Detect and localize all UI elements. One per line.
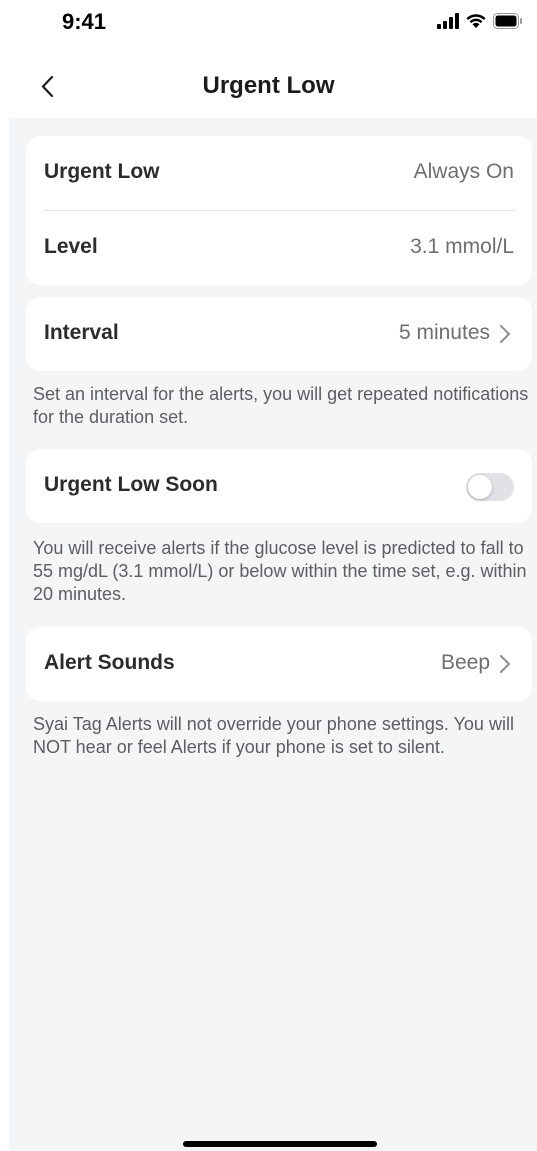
cellular-signal-icon — [437, 13, 459, 29]
urgent-low-card: Urgent Low Always On Level 3.1 mmol/L — [26, 136, 532, 285]
alert-sounds-row[interactable]: Alert Sounds Beep — [26, 627, 532, 701]
alert-sounds-label: Alert Sounds — [44, 651, 175, 674]
level-value: 3.1 mmol/L — [410, 235, 514, 258]
urgent-low-soon-label: Urgent Low Soon — [44, 473, 218, 496]
alert-sounds-value: Beep — [440, 651, 490, 674]
level-label: Level — [44, 235, 98, 258]
interval-row[interactable]: Interval 5 minutes — [26, 297, 532, 371]
interval-value: 5 minutes — [398, 321, 490, 344]
chevron-right-icon — [498, 653, 512, 675]
alert-sounds-card: Alert Sounds Beep — [26, 627, 532, 701]
urgent-low-value: Always On — [413, 160, 514, 183]
urgent-low-label: Urgent Low — [44, 160, 160, 183]
status-bar: 9:41 — [0, 0, 537, 48]
nav-bar: Urgent Low — [0, 58, 537, 118]
urgent-low-soon-note: You will receive alerts if the glucose l… — [33, 538, 527, 604]
chevron-right-icon — [498, 323, 512, 345]
urgent-low-row: Urgent Low Always On — [26, 136, 532, 210]
urgent-low-soon-card: Urgent Low Soon — [26, 449, 532, 523]
battery-icon — [493, 13, 523, 29]
urgent-low-soon-toggle[interactable] — [466, 473, 514, 501]
page-title: Urgent Low — [202, 72, 335, 99]
urgent-low-soon-row: Urgent Low Soon — [26, 449, 532, 523]
status-icons — [437, 13, 523, 29]
status-time: 9:41 — [62, 9, 107, 34]
settings-content: Urgent Low Always On Level 3.1 mmol/L In… — [9, 118, 537, 1151]
alert-sounds-note: Syai Tag Alerts will not override your p… — [33, 714, 514, 757]
interval-card: Interval 5 minutes — [26, 297, 532, 371]
interval-label: Interval — [44, 321, 119, 344]
level-row[interactable]: Level 3.1 mmol/L — [26, 211, 532, 285]
interval-note: Set an interval for the alerts, you will… — [33, 384, 529, 427]
wifi-icon — [465, 13, 487, 29]
toggle-knob — [468, 475, 492, 499]
home-indicator[interactable] — [183, 1141, 377, 1147]
